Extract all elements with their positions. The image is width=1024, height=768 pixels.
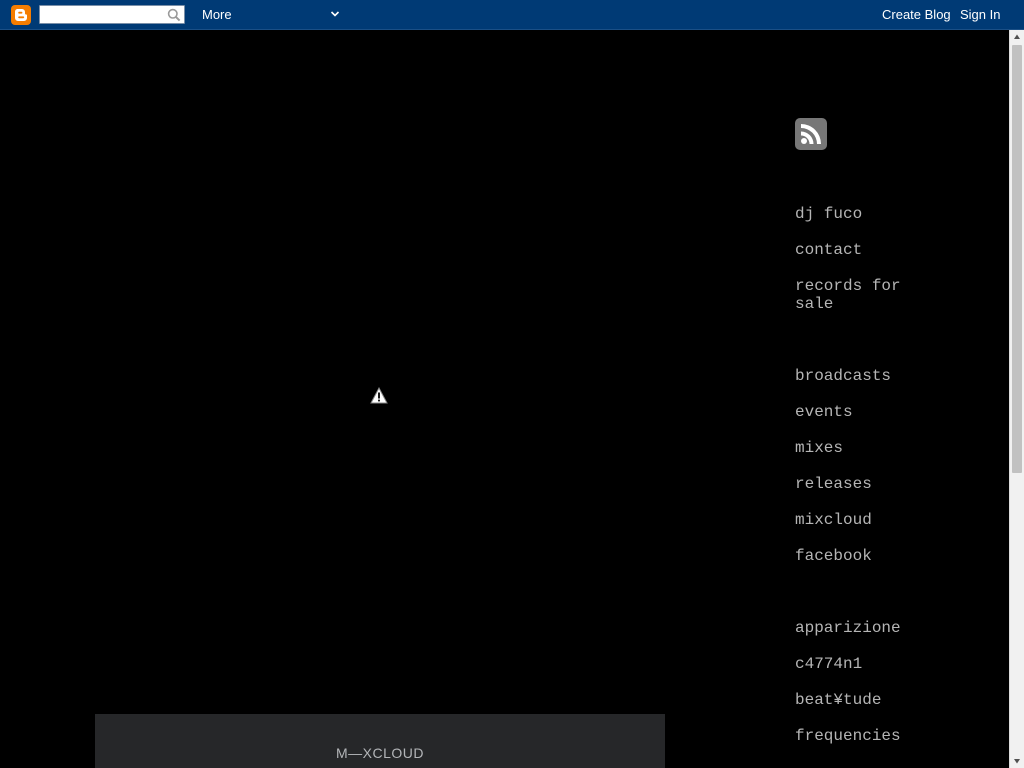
mixcloud-logo[interactable]: M—XCLOUD — [95, 745, 665, 761]
blogger-logo-icon[interactable] — [11, 5, 31, 25]
sidebar-page-link[interactable]: dj fuco — [795, 205, 935, 223]
sidebar-page-link[interactable]: records for sale — [795, 277, 935, 313]
sign-in-link[interactable]: Sign In — [960, 7, 1000, 22]
blog-search-input[interactable] — [42, 7, 168, 22]
blog-search-field[interactable] — [39, 5, 185, 24]
sidebar-label-link[interactable]: apparizione — [795, 619, 935, 637]
rss-icon[interactable] — [795, 118, 827, 150]
page-scrollbar[interactable] — [1009, 30, 1024, 768]
create-blog-link[interactable]: Create Blog — [882, 7, 951, 22]
sidebar-section-link[interactable]: events — [795, 403, 935, 421]
sidebar-page-link[interactable]: contact — [795, 241, 935, 259]
sidebar-section-link[interactable]: releases — [795, 475, 935, 493]
blogger-navbar: More Create Blog Sign In — [0, 0, 1024, 30]
sidebar-section-link[interactable]: facebook — [795, 547, 935, 565]
sidebar-label-link[interactable]: c4774n1 — [795, 655, 935, 673]
sidebar-label-link[interactable]: frequencies — [795, 727, 935, 745]
mixcloud-player-widget[interactable]: M—XCLOUD — [95, 714, 665, 768]
search-icon[interactable] — [167, 8, 181, 22]
scroll-down-arrow-icon[interactable] — [1013, 757, 1021, 765]
sidebar-label-link[interactable]: beat¥tude — [795, 691, 935, 709]
scrollbar-thumb[interactable] — [1012, 45, 1022, 473]
sidebar-section-link[interactable]: mixes — [795, 439, 935, 457]
warning-icon — [370, 387, 388, 404]
chevron-down-icon[interactable] — [329, 8, 341, 20]
more-menu-label[interactable]: More — [202, 7, 232, 22]
scroll-up-arrow-icon[interactable] — [1013, 33, 1021, 41]
sidebar-section-link[interactable]: broadcasts — [795, 367, 935, 385]
sidebar-section-link[interactable]: mixcloud — [795, 511, 935, 529]
